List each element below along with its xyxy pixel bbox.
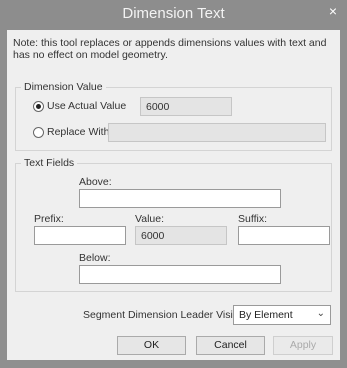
text-fields-group-title: Text Fields	[21, 157, 78, 169]
suffix-input[interactable]	[238, 226, 330, 245]
ok-button[interactable]: OK	[117, 336, 186, 355]
dialog-title: Dimension Text	[122, 5, 225, 22]
info-note: Note: this tool replaces or appends dime…	[13, 37, 327, 61]
value-label: Value:	[135, 213, 164, 225]
chevron-down-icon: ⌄	[316, 308, 325, 319]
close-icon[interactable]: ×	[321, 2, 345, 22]
prefix-input[interactable]	[34, 226, 126, 245]
suffix-label: Suffix:	[238, 213, 267, 225]
value-field: 6000	[135, 226, 227, 245]
leader-visibility-label: Segment Dimension Leader Visibility:	[83, 309, 257, 321]
dimension-value-group: Dimension Value Use Actual Value 6000 Re…	[15, 81, 332, 151]
dialog-client-area: Note: this tool replaces or appends dime…	[7, 30, 340, 360]
leader-visibility-select[interactable]: By Element ⌄	[233, 305, 331, 325]
cancel-button[interactable]: Cancel	[196, 336, 265, 355]
text-fields-group: Text Fields Above: Prefix: Value: 6000 S…	[15, 157, 332, 292]
dialog-window: Dimension Text × Note: this tool replace…	[0, 0, 347, 368]
below-label: Below:	[79, 252, 111, 264]
use-actual-value-radio[interactable]	[33, 100, 44, 112]
above-label: Above:	[79, 176, 112, 188]
apply-button[interactable]: Apply	[273, 336, 333, 355]
use-actual-value-radio-row[interactable]: Use Actual Value	[33, 100, 126, 112]
above-input[interactable]	[79, 189, 281, 208]
actual-value-field: 6000	[140, 97, 232, 116]
dimension-value-group-title: Dimension Value	[21, 81, 106, 93]
title-bar[interactable]: Dimension Text ×	[0, 0, 347, 30]
below-input[interactable]	[79, 265, 281, 284]
use-actual-value-label: Use Actual Value	[47, 100, 127, 112]
prefix-label: Prefix:	[34, 213, 64, 225]
replace-with-text-radio[interactable]	[33, 126, 44, 138]
leader-visibility-value: By Element	[239, 309, 293, 321]
replace-text-field[interactable]	[108, 123, 326, 142]
